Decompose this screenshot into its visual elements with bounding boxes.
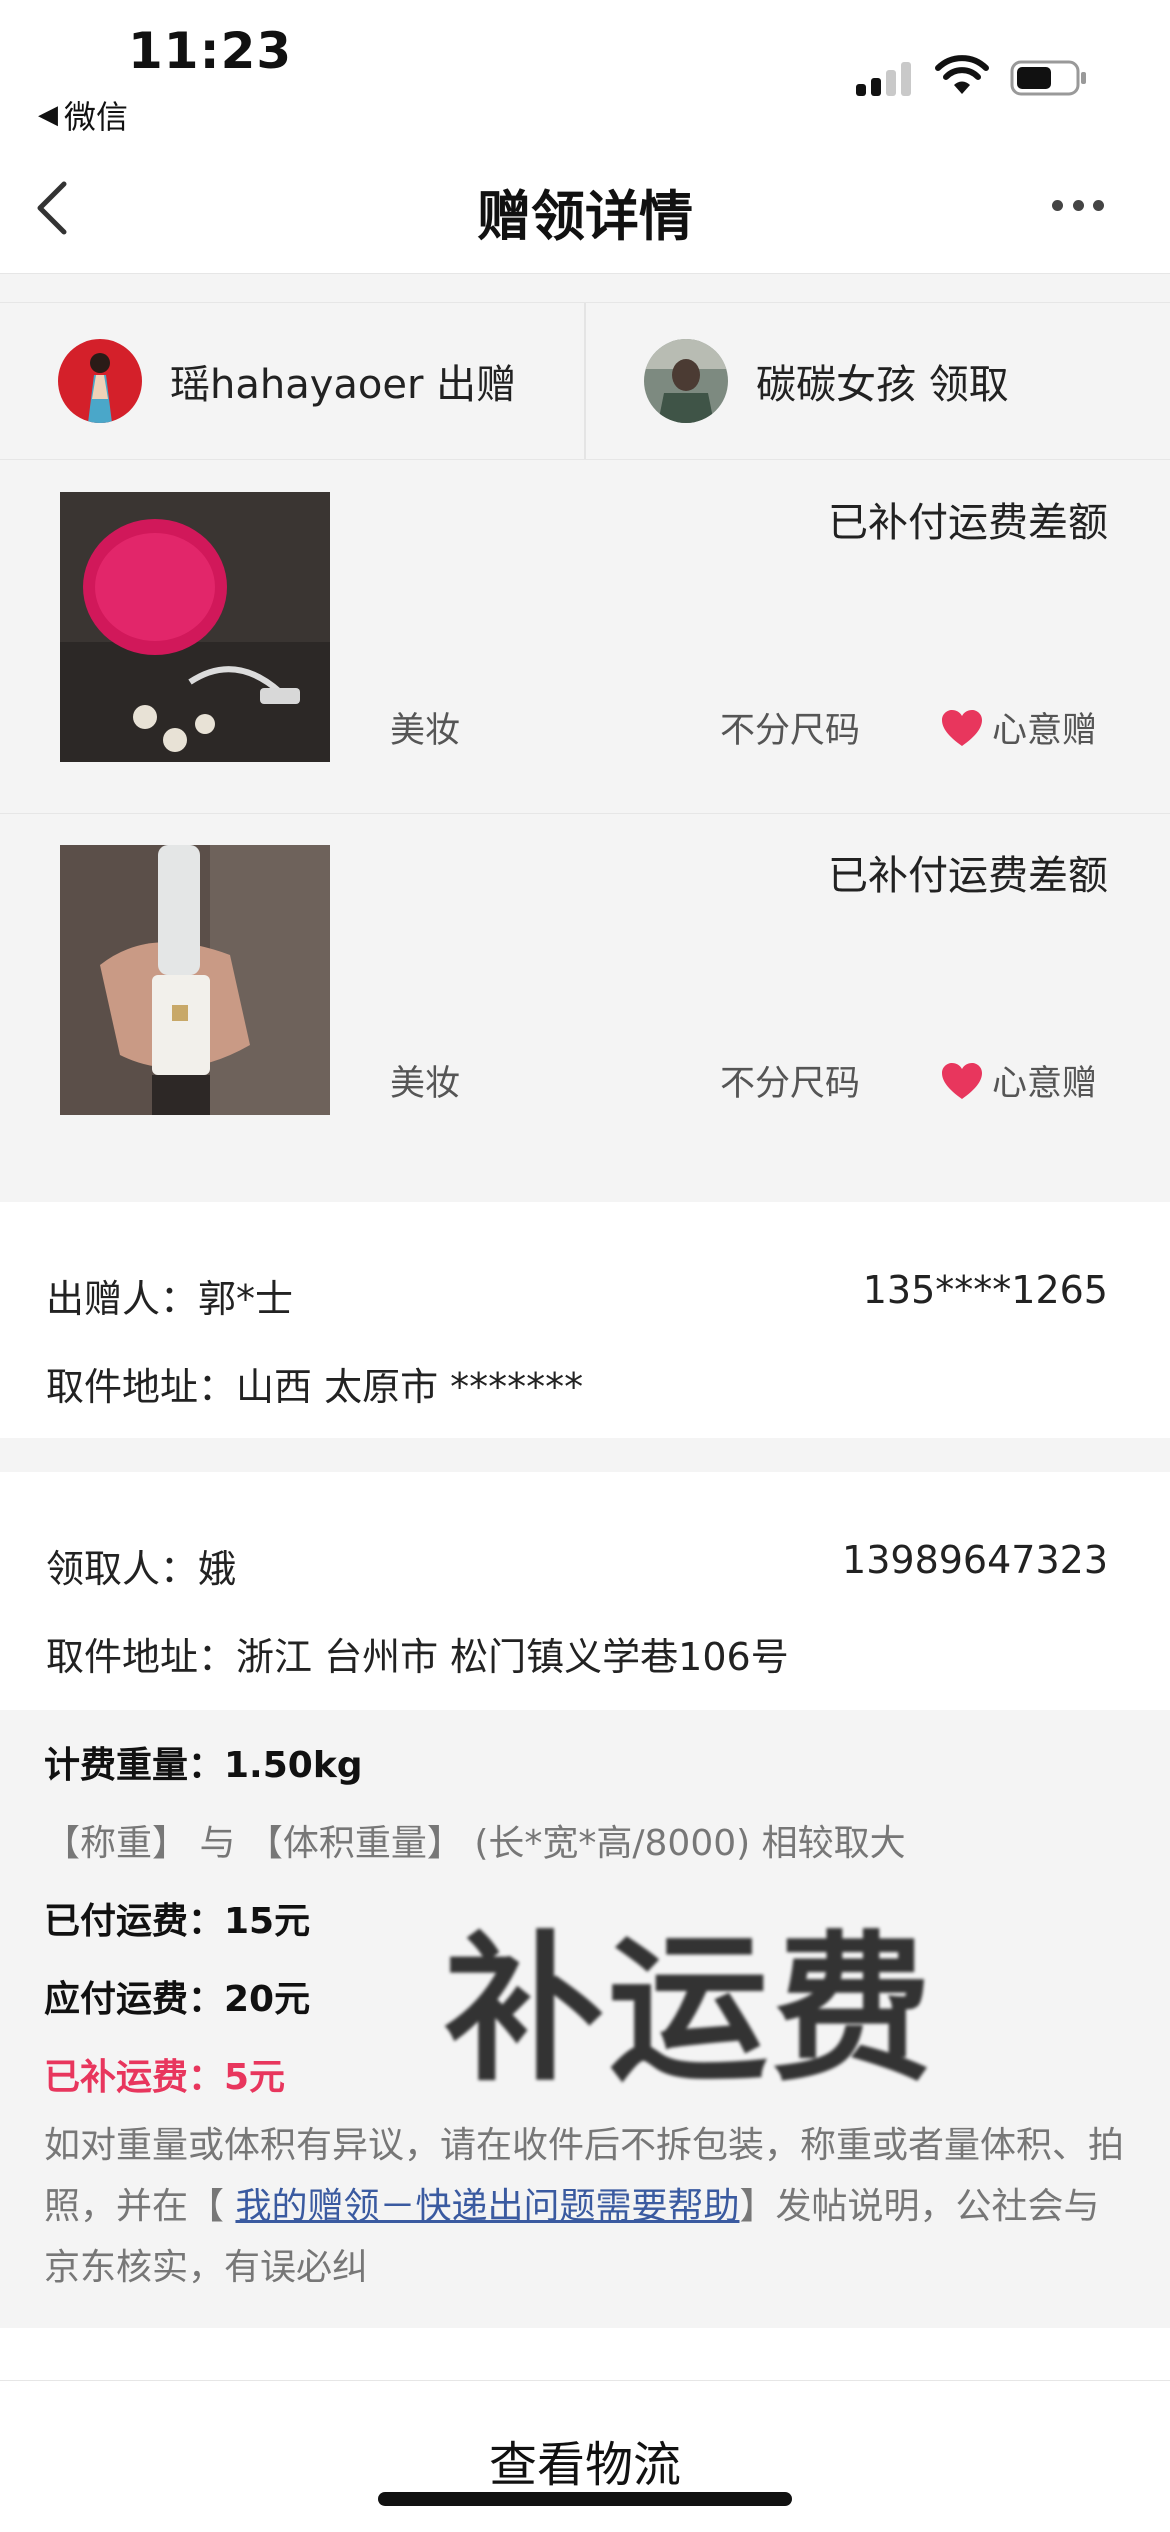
billing-weight: 计费重量：1.50kg: [44, 1745, 363, 1786]
sender-section: 出赠人：郭*士 135****1265 取件地址：山西 太原市 *******: [0, 1202, 1170, 1438]
home-indicator[interactable]: [378, 2492, 792, 2506]
weight-rule: 【称重】 与 【体积重量】 (长*宽*高/8000) 相较取大: [44, 1823, 906, 1864]
item-gift-type: 心意赠: [940, 702, 1097, 753]
supplement-fee-stamp: 补运费: [444, 1916, 937, 2103]
product-thumbnail: [60, 492, 330, 762]
section-gap: [0, 1438, 1170, 1472]
nav-bar: 赠领详情: [0, 140, 1170, 274]
item-size: 不分尺码: [720, 1064, 861, 1104]
parties-row: 瑶hahayaoer 出赠 碳碳女孩 领取: [0, 302, 1170, 460]
sender-name: 出赠人：郭*士: [46, 1277, 294, 1321]
supplemented-fee: 已补运费：5元: [44, 2057, 286, 2098]
gift-item[interactable]: 已补付运费差额 美妆 不分尺码 心意赠: [0, 815, 1170, 1167]
giver-name: 瑶hahayaoer 出赠: [170, 362, 517, 408]
bottom-gap: [0, 2328, 1170, 2380]
gift-item[interactable]: 已补付运费差额 美妆 不分尺码 心意赠: [0, 462, 1170, 814]
heart-icon: [942, 1062, 982, 1099]
divider: [584, 303, 586, 459]
receiver-section: 领取人：娥 13989647323 取件地址：浙江 台州市 松门镇义学巷106号: [0, 1472, 1170, 1710]
receiver-avatar: [644, 339, 728, 423]
receiver-party[interactable]: 碳碳女孩 领取: [644, 303, 1170, 459]
battery-icon: [1010, 60, 1086, 96]
item-category: 美妆: [390, 711, 461, 751]
item-status: 已补付运费差额: [828, 853, 1108, 899]
help-link[interactable]: 我的赠领－快递出问题需要帮助: [235, 2186, 739, 2227]
item-category: 美妆: [390, 1064, 461, 1104]
left-triangle-icon: ◀: [38, 100, 58, 130]
sender-phone[interactable]: 135****1265: [863, 1268, 1108, 1312]
receiver-name-label: 领取人：娥: [46, 1547, 237, 1591]
dispute-notice: 如对重量或体积有异议，请在收件后不拆包装，称重或者量体积、拍照，并在【 我的赠领…: [44, 2115, 1124, 2298]
wifi-icon: [935, 55, 989, 94]
page: 11:23 ◀ 微信 赠领详情 瑶hahayaoer 出赠 碳碳女孩 领取 已补…: [0, 0, 1170, 2532]
giver-avatar: [58, 339, 142, 423]
status-bar: 11:23 ◀ 微信: [0, 0, 1170, 140]
cellular-signal-icon: [856, 60, 914, 96]
ellipsis-icon[interactable]: [1052, 200, 1104, 216]
product-thumbnail: [60, 845, 330, 1115]
view-logistics-button[interactable]: 查看物流: [0, 2425, 1170, 2495]
item-status: 已补付运费差额: [828, 500, 1108, 546]
logistics-bar: 查看物流: [0, 2380, 1170, 2532]
item-size: 不分尺码: [720, 711, 861, 751]
receiver-phone[interactable]: 13989647323: [842, 1538, 1108, 1582]
shipping-fee-section: 计费重量：1.50kg 【称重】 与 【体积重量】 (长*宽*高/8000) 相…: [0, 1710, 1170, 2328]
receiver-name: 碳碳女孩 领取: [756, 362, 1009, 408]
back-to-app-link[interactable]: ◀ 微信: [38, 92, 128, 138]
page-title: 赠领详情: [477, 185, 693, 248]
gift-type-label: 心意赠: [992, 1064, 1098, 1104]
paid-fee: 已付运费：15元: [44, 1901, 311, 1942]
item-gift-type: 心意赠: [940, 1055, 1097, 1106]
sender-address: 取件地址：山西 太原市 *******: [46, 1365, 584, 1409]
status-time: 11:23: [128, 22, 293, 80]
giver-party[interactable]: 瑶hahayaoer 出赠: [58, 303, 584, 459]
back-app-label: 微信: [64, 98, 129, 136]
heart-icon: [942, 709, 982, 746]
receiver-address: 取件地址：浙江 台州市 松门镇义学巷106号: [46, 1635, 789, 1679]
gift-type-label: 心意赠: [992, 711, 1098, 751]
due-fee: 应付运费：20元: [44, 1979, 311, 2020]
